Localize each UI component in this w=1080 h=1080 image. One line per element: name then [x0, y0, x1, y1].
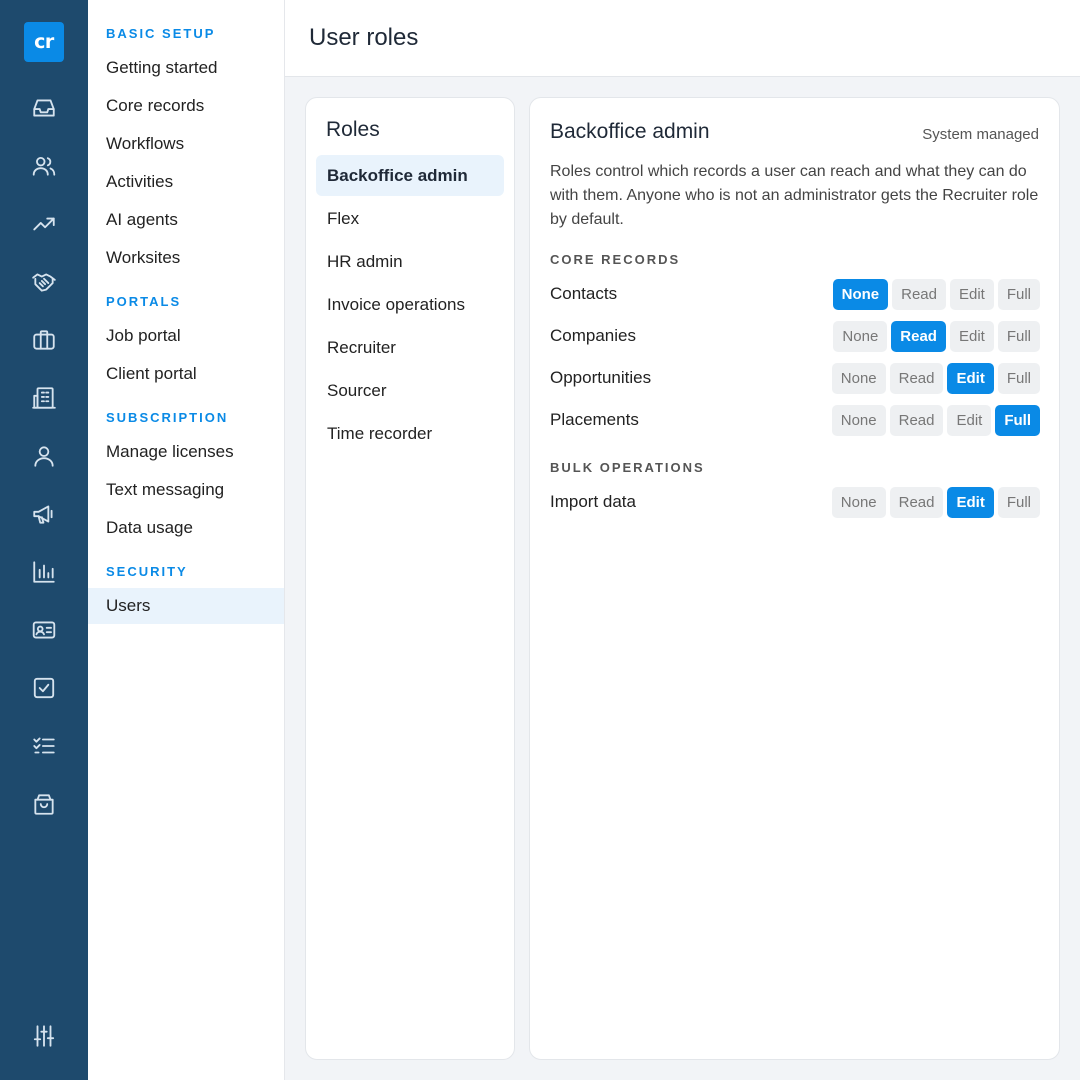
permission-option-full[interactable]: Full — [997, 363, 1040, 394]
nav-item-client-portal[interactable]: Client portal — [88, 356, 284, 392]
permission-option-edit[interactable]: Edit — [947, 487, 994, 518]
shopping-bag-icon[interactable] — [30, 790, 58, 818]
trend-icon[interactable] — [30, 210, 58, 238]
permission-option-read[interactable]: Read — [892, 279, 946, 310]
building-icon[interactable] — [30, 384, 58, 412]
permission-row-contacts: Contacts None Read Edit Full — [550, 279, 1040, 311]
permission-selector: None Read Edit Full — [831, 363, 1040, 394]
permission-option-full[interactable]: Full — [997, 487, 1040, 518]
permission-row-import-data: Import data None Read Edit Full — [550, 487, 1040, 519]
permission-label: Opportunities — [550, 368, 652, 387]
group-title-bulk-operations: BULK OPERATIONS — [550, 460, 705, 475]
roles-title: Roles — [326, 118, 380, 141]
permission-option-read[interactable]: Read — [889, 487, 944, 518]
permission-selector: None Read Edit Full — [832, 279, 1040, 310]
role-item-hr-admin[interactable]: HR admin — [316, 241, 504, 282]
permission-option-edit[interactable]: Edit — [947, 405, 992, 436]
permission-row-placements: Placements None Read Edit Full — [550, 405, 1040, 437]
permission-selector: None Read Edit Full — [831, 487, 1040, 518]
permission-selector: None Read Edit Full — [833, 321, 1040, 352]
nav-item-core-records[interactable]: Core records — [88, 88, 284, 124]
nav-item-workflows[interactable]: Workflows — [88, 126, 284, 162]
role-detail-panel: Backoffice admin System managed Roles co… — [529, 97, 1060, 1060]
sliders-icon[interactable] — [30, 1022, 58, 1050]
app-logo[interactable]: cr — [24, 22, 64, 62]
permission-option-edit[interactable]: Edit — [949, 279, 994, 310]
permission-option-full[interactable]: Full — [997, 321, 1040, 352]
nav-item-users[interactable]: Users — [88, 588, 284, 624]
permission-option-full[interactable]: Full — [995, 405, 1040, 436]
permission-option-read[interactable]: Read — [891, 321, 946, 352]
permission-option-read[interactable]: Read — [889, 363, 944, 394]
role-description: Roles control which records a user can r… — [550, 163, 1039, 228]
permission-selector: None Read Edit Full — [831, 405, 1040, 436]
role-item-sourcer[interactable]: Sourcer — [316, 370, 504, 411]
icon-rail: cr — [0, 0, 88, 1080]
nav-section-subscription: SUBSCRIPTION — [106, 410, 229, 425]
permission-row-companies: Companies None Read Edit Full — [550, 321, 1040, 353]
role-item-invoice-operations[interactable]: Invoice operations — [316, 284, 504, 325]
page-header: User roles — [285, 0, 1080, 77]
role-title: Backoffice admin — [550, 120, 710, 143]
id-card-icon[interactable] — [30, 616, 58, 644]
permission-option-full[interactable]: Full — [997, 279, 1040, 310]
settings-nav: BASIC SETUP Getting started Core records… — [88, 0, 285, 1080]
system-managed-badge: System managed — [922, 126, 1039, 143]
permission-option-edit[interactable]: Edit — [949, 321, 994, 352]
permission-label: Companies — [550, 326, 636, 345]
users-icon[interactable] — [30, 152, 58, 180]
nav-section-basic-setup: BASIC SETUP — [106, 26, 216, 41]
permission-option-none[interactable]: None — [831, 405, 886, 436]
permission-option-none[interactable]: None — [831, 363, 886, 394]
nav-section-security: SECURITY — [106, 564, 188, 579]
permission-option-read[interactable]: Read — [889, 405, 944, 436]
briefcase-icon[interactable] — [30, 326, 58, 354]
checkbox-icon[interactable] — [30, 674, 58, 702]
nav-section-portals: PORTALS — [106, 294, 182, 309]
nav-item-manage-licenses[interactable]: Manage licenses — [88, 434, 284, 470]
nav-item-text-messaging[interactable]: Text messaging — [88, 472, 284, 508]
page-title: User roles — [309, 24, 419, 51]
nav-item-activities[interactable]: Activities — [88, 164, 284, 200]
nav-item-data-usage[interactable]: Data usage — [88, 510, 284, 546]
permission-label: Placements — [550, 410, 639, 429]
permission-option-edit[interactable]: Edit — [947, 363, 994, 394]
inbox-icon[interactable] — [30, 94, 58, 122]
nav-item-getting-started[interactable]: Getting started — [88, 50, 284, 86]
permission-option-none[interactable]: None — [831, 487, 886, 518]
user-icon[interactable] — [30, 442, 58, 470]
permission-option-none[interactable]: None — [833, 321, 888, 352]
nav-item-ai-agents[interactable]: AI agents — [88, 202, 284, 238]
nav-item-job-portal[interactable]: Job portal — [88, 318, 284, 354]
role-item-time-recorder[interactable]: Time recorder — [316, 413, 504, 454]
megaphone-icon[interactable] — [30, 500, 58, 528]
nav-item-worksites[interactable]: Worksites — [88, 240, 284, 276]
permission-label: Import data — [550, 492, 636, 511]
permission-label: Contacts — [550, 284, 618, 303]
role-item-flex[interactable]: Flex — [316, 198, 504, 239]
roles-panel: Roles Backoffice admin Flex HR admin Inv… — [305, 97, 515, 1060]
role-item-backoffice-admin[interactable]: Backoffice admin — [316, 155, 504, 196]
handshake-icon[interactable] — [30, 268, 58, 296]
role-item-recruiter[interactable]: Recruiter — [316, 327, 504, 368]
group-title-core-records: CORE RECORDS — [550, 252, 681, 267]
permission-row-opportunities: Opportunities None Read Edit Full — [550, 363, 1040, 395]
bar-chart-icon[interactable] — [30, 558, 58, 586]
checklist-icon[interactable] — [30, 732, 58, 760]
permission-option-none[interactable]: None — [832, 279, 889, 310]
